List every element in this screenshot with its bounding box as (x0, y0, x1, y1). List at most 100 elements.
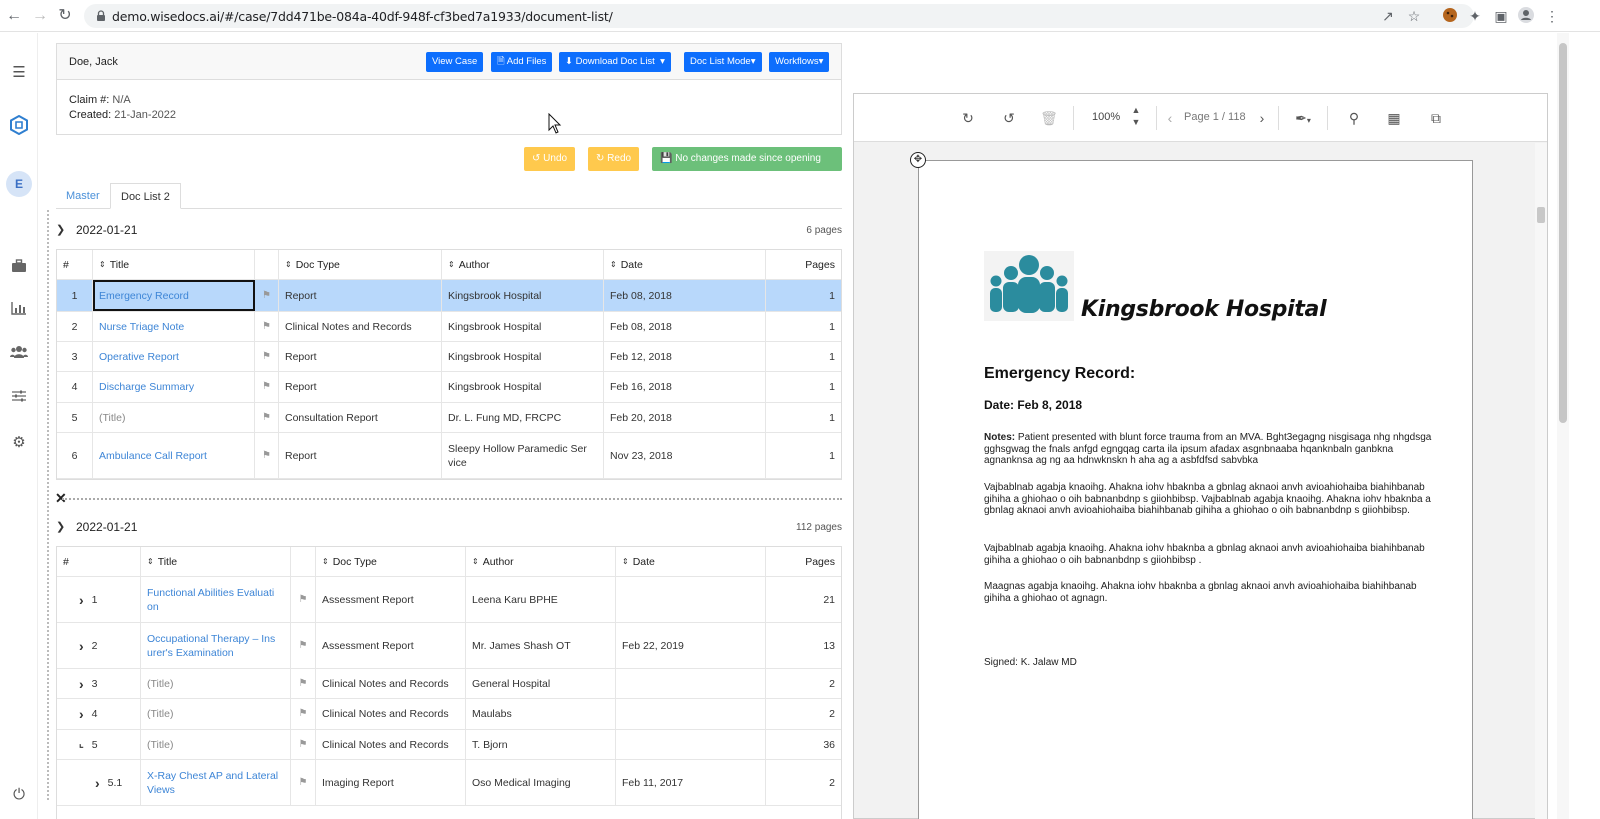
back-icon[interactable]: ← (4, 6, 24, 26)
tab-master[interactable]: Master (56, 183, 110, 209)
browser-menu-icon[interactable]: ⋮ (1543, 7, 1561, 25)
page-scrollbar[interactable] (1557, 33, 1569, 819)
column-header-author[interactable]: ⇕ Author (466, 547, 616, 576)
column-header-author[interactable]: ⇕ Author (442, 250, 604, 279)
table-row[interactable]: › 5.1 X-Ray Chest AP and Lateral Views ⚑ Ima… (57, 760, 841, 806)
power-icon[interactable]: ⏻ (9, 785, 29, 805)
download-doc-list-button[interactable]: ⬇ Download Doc List ▾ (559, 52, 671, 72)
sort-icon[interactable]: ⇕ (322, 557, 329, 565)
table-row[interactable]: 2 Nurse Triage Note ⚑ Clinical Notes and Re… (57, 312, 841, 342)
zoom-stepper-icon[interactable]: ▲ ▼ (1126, 104, 1146, 127)
chevron-down-icon[interactable]: ❯ (56, 520, 65, 533)
cell-title[interactable]: X-Ray Chest AP and Lateral Views (141, 760, 291, 805)
settings-gears-icon[interactable]: ⚙ (9, 433, 29, 453)
extension-cookie-icon[interactable] (1441, 7, 1459, 25)
cell-title[interactable]: Functional Abilities Evaluati on (141, 577, 291, 622)
cell-title[interactable]: Operative Report (93, 342, 255, 371)
expand-chevron-icon[interactable]: › (79, 593, 84, 607)
annotate-pen-icon[interactable]: ✒▾ (1288, 108, 1318, 128)
table-row[interactable]: 5 (Title) ⚑ Consultation Report Dr. L. Fung … (57, 403, 841, 433)
wisedocs-logo-icon[interactable] (9, 114, 29, 136)
flag-icon[interactable]: ⚑ (291, 623, 316, 668)
sort-icon[interactable]: ⇕ (147, 557, 154, 565)
workflows-button[interactable]: Workflows▾ (769, 52, 830, 72)
table-row[interactable]: ⌞ 5 (Title) ⚑ Clinical Notes and Records T. B… (57, 730, 841, 760)
column-header-title[interactable]: ⇕ Title (141, 547, 291, 576)
sliders-icon[interactable] (9, 389, 29, 409)
flag-icon[interactable]: ⚑ (291, 577, 316, 622)
previous-page-icon[interactable]: ‹ (1160, 108, 1180, 128)
column-header-date[interactable]: ⇕ Date (616, 547, 766, 576)
cell-title[interactable]: (Title) (141, 730, 291, 759)
flag-icon[interactable]: ⚑ (255, 433, 279, 478)
undo-button[interactable]: ↺ Undo (524, 147, 576, 171)
reload-icon[interactable]: ↻ (55, 6, 75, 26)
sort-icon[interactable]: ⇕ (448, 260, 455, 268)
forward-icon[interactable]: → (30, 6, 50, 26)
table-row[interactable]: 6 Ambulance Call Report ⚑ Report Sleepy Holl… (57, 433, 841, 479)
briefcase-icon[interactable] (9, 259, 29, 279)
table-row[interactable]: 1 Emergency Record ⚑ Report Kingsbrook Hospi… (57, 280, 841, 312)
flag-icon[interactable]: ⚑ (291, 730, 316, 759)
table-row[interactable]: › 2 Occupational Therapy – Ins urer's Exam… (57, 623, 841, 669)
side-panel-icon[interactable]: ▣ (1492, 7, 1510, 25)
zoom-level[interactable]: 100% (1092, 111, 1120, 123)
cell-title[interactable]: Discharge Summary (93, 372, 255, 402)
table-row[interactable]: › 3 (Title) ⚑ Clinical Notes and Records Gene… (57, 669, 841, 699)
move-handle-icon[interactable]: ✥ (910, 152, 926, 168)
profile-icon[interactable] (1517, 7, 1535, 25)
flag-icon[interactable]: ⚑ (291, 699, 316, 729)
page-scrollbar-thumb[interactable] (1559, 43, 1567, 423)
extensions-puzzle-icon[interactable]: ✦ (1466, 7, 1484, 25)
sort-icon[interactable]: ⇕ (285, 260, 292, 268)
share-icon[interactable]: ↗ (1380, 8, 1396, 24)
expand-chevron-icon[interactable]: › (79, 707, 84, 721)
column-header-title[interactable]: ⇕ Title (93, 250, 255, 279)
redo-button[interactable]: ↻ Redo (588, 147, 640, 171)
cell-title[interactable]: (Title) (141, 669, 291, 698)
user-avatar[interactable]: E (6, 171, 32, 197)
rotate-counterclockwise-icon[interactable]: ↺ (999, 108, 1019, 128)
search-icon[interactable]: ⚲ (1344, 108, 1364, 128)
flag-icon[interactable]: ⚑ (255, 403, 279, 432)
table-row[interactable]: › 1 Functional Abilities Evaluati on ⚑ Asses… (57, 577, 841, 623)
table-row[interactable]: 3 Operative Report ⚑ Report Kingsbrook Hospi… (57, 342, 841, 372)
sort-icon[interactable]: ⇕ (99, 260, 106, 268)
bar-chart-icon[interactable] (9, 301, 29, 321)
add-files-button[interactable]: 🗎 Add Files (491, 52, 553, 72)
cell-title[interactable]: (Title) (141, 699, 291, 729)
column-header-doc-type[interactable]: ⇕ Doc Type (279, 250, 442, 279)
viewer-scrollbar-thumb[interactable] (1537, 207, 1545, 223)
grid-view-icon[interactable]: ▦ (1384, 108, 1404, 128)
cell-title[interactable]: Nurse Triage Note (93, 312, 255, 341)
next-page-icon[interactable]: › (1252, 108, 1272, 128)
flag-icon[interactable]: ⚑ (255, 280, 279, 311)
expand-chevron-icon[interactable]: › (79, 677, 84, 691)
sort-icon[interactable]: ⇕ (472, 557, 479, 565)
viewer-scrollbar[interactable] (1535, 143, 1547, 819)
collapse-icon[interactable]: ⌞ (79, 738, 84, 752)
view-case-button[interactable]: View Case (426, 52, 484, 72)
flag-icon[interactable]: ⚑ (291, 760, 316, 805)
cell-title[interactable]: (Title) (93, 403, 255, 432)
doc-list-mode-button[interactable]: Doc List Mode▾ (684, 52, 762, 72)
expand-chevron-icon[interactable]: › (79, 639, 84, 653)
flag-icon[interactable]: ⚑ (255, 342, 279, 371)
table-row[interactable]: › 4 (Title) ⚑ Clinical Notes and Records Maul… (57, 699, 841, 730)
hamburger-menu-icon[interactable]: ☰ (9, 63, 29, 83)
flag-icon[interactable]: ⚑ (255, 372, 279, 402)
flag-icon[interactable]: ⚑ (255, 312, 279, 341)
page-indicator[interactable]: Page 1 / 118 (1184, 111, 1246, 123)
rotate-clockwise-icon[interactable]: ↻ (958, 108, 978, 128)
chevron-down-icon[interactable]: ❯ (56, 223, 65, 236)
trash-icon[interactable]: 🗑 (1039, 108, 1059, 128)
table-row[interactable]: 4 Discharge Summary ⚑ Report Kingsbrook Hosp… (57, 372, 841, 403)
address-bar[interactable]: demo.wisedocs.ai/#/case/7dd471be-084a-40… (84, 4, 1474, 28)
column-header-doc-type[interactable]: ⇕ Doc Type (316, 547, 466, 576)
tab-doc-list-2[interactable]: Doc List 2 (110, 183, 181, 209)
cell-title[interactable]: Emergency Record (93, 280, 255, 311)
cell-title[interactable]: Ambulance Call Report (93, 433, 255, 478)
bookmark-star-icon[interactable]: ☆ (1406, 8, 1422, 24)
expand-chevron-icon[interactable]: › (95, 776, 100, 790)
cell-title[interactable]: Occupational Therapy – Ins urer's Examin… (141, 623, 291, 668)
